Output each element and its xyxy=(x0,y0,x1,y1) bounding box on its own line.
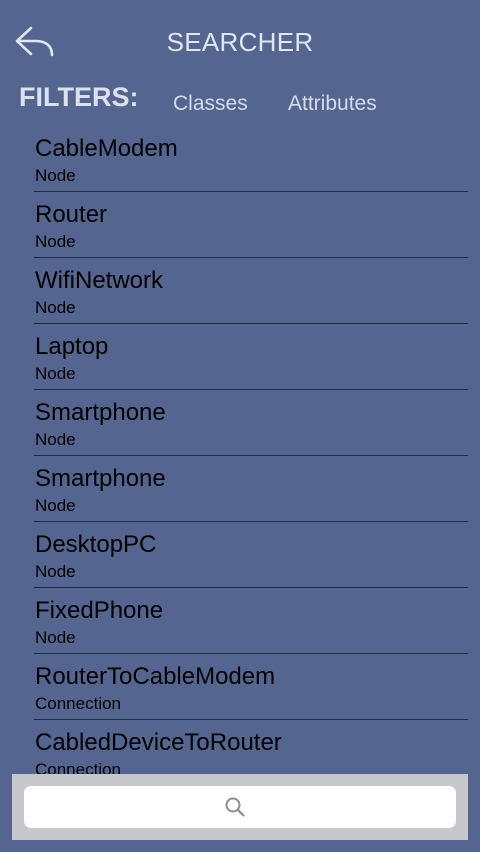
list-item[interactable]: Smartphone Node xyxy=(34,456,468,522)
item-type: Node xyxy=(35,628,76,647)
filter-tab-classes[interactable]: Classes xyxy=(173,92,248,116)
list-item[interactable]: FixedPhone Node xyxy=(34,588,468,654)
item-type: Node xyxy=(35,232,76,251)
item-name: Smartphone xyxy=(35,465,166,492)
filters-bar: FILTERS: Classes Attributes xyxy=(0,80,480,124)
item-name: Router xyxy=(35,201,108,228)
item-type: Node xyxy=(35,298,76,317)
page-title: SEARCHER xyxy=(166,27,314,57)
search-input[interactable] xyxy=(24,786,456,828)
header: SEARCHER xyxy=(0,0,480,80)
list-item[interactable]: Laptop Node xyxy=(34,324,468,390)
filters-label: FILTERS: xyxy=(19,82,139,112)
item-type: Node xyxy=(35,562,76,581)
item-name: RouterToCableModem xyxy=(35,663,276,690)
item-name: DesktopPC xyxy=(35,531,157,558)
item-name: Smartphone xyxy=(35,399,166,426)
item-name: CableModem xyxy=(35,135,178,162)
item-type: Node xyxy=(35,364,76,383)
filter-tab-attributes[interactable]: Attributes xyxy=(288,92,377,116)
list-item[interactable]: CableModem Node xyxy=(34,126,468,192)
list-item[interactable]: Router Node xyxy=(34,192,468,258)
item-type: Connection xyxy=(35,760,122,774)
item-type: Connection xyxy=(35,694,122,713)
list-item[interactable]: DesktopPC Node xyxy=(34,522,468,588)
item-name: WifiNetwork xyxy=(35,267,164,294)
item-name: FixedPhone xyxy=(35,597,164,624)
results-list[interactable]: CableModem Node Router Node WifiNetwork … xyxy=(34,126,468,774)
list-item[interactable]: WifiNetwork Node xyxy=(34,258,468,324)
item-type: Node xyxy=(35,430,76,449)
search-bar xyxy=(12,774,468,840)
item-name: Laptop xyxy=(35,333,109,360)
item-name: CabledDeviceToRouter xyxy=(35,729,282,756)
item-type: Node xyxy=(35,496,76,515)
list-item[interactable]: RouterToCableModem Connection xyxy=(34,654,468,720)
list-item[interactable]: Smartphone Node xyxy=(34,390,468,456)
item-type: Node xyxy=(35,166,76,185)
list-item[interactable]: CabledDeviceToRouter Connection xyxy=(34,720,468,774)
